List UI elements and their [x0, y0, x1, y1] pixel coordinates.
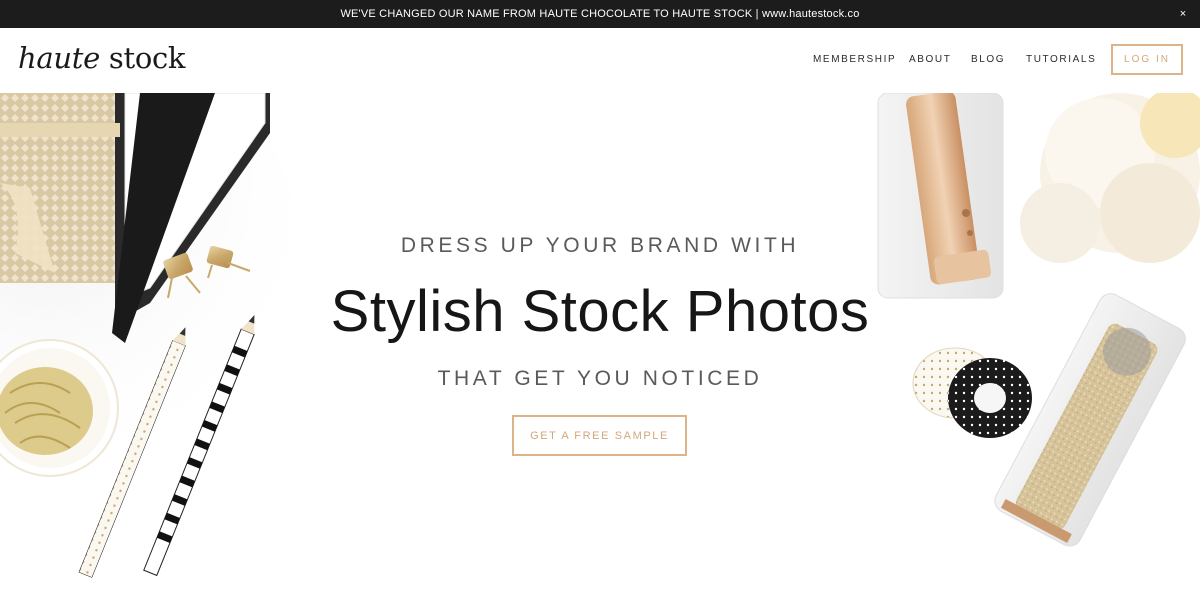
hero-headline-bottom: THAT GET YOU NOTICED	[437, 367, 763, 390]
login-button-label: LOG IN	[1124, 54, 1170, 65]
nav-item-about[interactable]: ABOUT	[909, 54, 951, 65]
free-sample-button-label: GET A FREE SAMPLE	[530, 429, 669, 442]
stapler-decoration	[877, 93, 1004, 299]
logo-text-regular: stock	[99, 41, 186, 75]
login-button[interactable]: LOG IN	[1111, 44, 1183, 75]
hero-section: DRESS UP YOUR BRAND WITH Stylish Stock P…	[0, 93, 1200, 600]
site-logo[interactable]: haute stock	[18, 41, 186, 75]
washi-tape-decoration	[912, 347, 1032, 438]
nav-item-tutorials[interactable]: TUTORIALS	[1026, 54, 1096, 65]
announcement-bar: WE'VE CHANGED OUR NAME FROM HAUTE CHOCOL…	[0, 0, 1200, 28]
free-sample-button[interactable]: GET A FREE SAMPLE	[512, 415, 687, 456]
announcement-text[interactable]: WE'VE CHANGED OUR NAME FROM HAUTE CHOCOL…	[340, 8, 859, 20]
hero-headline-top: DRESS UP YOUR BRAND WITH	[400, 234, 800, 257]
hero-headline-main: Stylish Stock Photos	[330, 279, 870, 344]
nav-item-blog[interactable]: BLOG	[971, 54, 1005, 65]
site-header: haute stock MEMBERSHIP ABOUT BLOG TUTORI…	[0, 28, 1200, 93]
hero-background-image	[0, 93, 1200, 578]
logo-text-italic: haute	[18, 41, 100, 75]
close-icon[interactable]: ×	[1176, 7, 1190, 21]
nav-item-membership[interactable]: MEMBERSHIP	[813, 54, 896, 65]
